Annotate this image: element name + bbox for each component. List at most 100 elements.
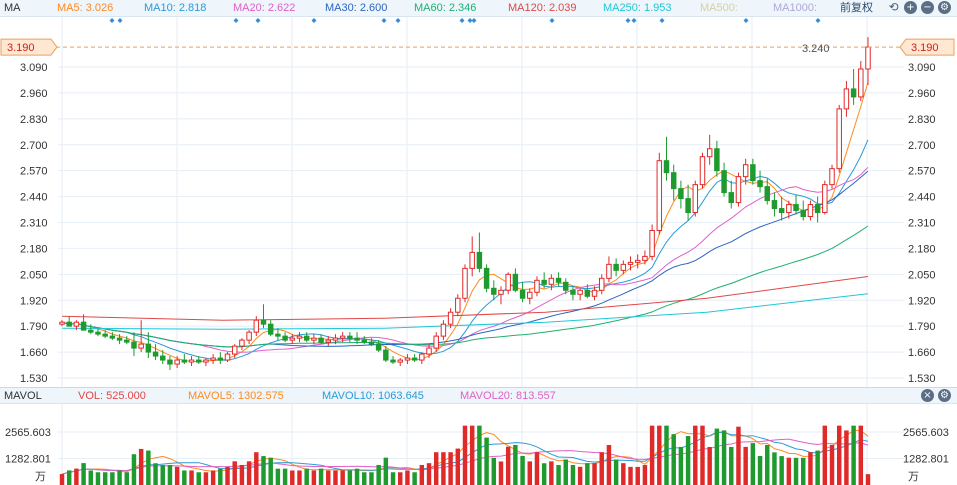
volume-bar-down <box>81 463 86 485</box>
volume-tick-left: 2565.603 <box>5 427 51 439</box>
candle-down <box>476 251 483 269</box>
price-tick-left: 1.790 <box>20 321 48 333</box>
candle-down <box>375 343 382 351</box>
price-chart[interactable]: 3.090 3.090 2.960 2.960 2.830 2.830 2.700 2.700… <box>0 17 957 387</box>
volume-bar-down <box>513 444 518 485</box>
ma20-label: MA20: 2.622 <box>233 2 296 14</box>
candle-down <box>160 355 166 361</box>
candle-up <box>188 359 195 363</box>
ma60-label: MA60: 2.346 <box>414 2 477 14</box>
volume-bar-up <box>441 452 446 485</box>
volume-bar-down <box>95 472 101 485</box>
candle-down <box>260 319 267 325</box>
candle-up <box>339 335 346 339</box>
candle-up <box>469 251 475 269</box>
candle-up <box>440 323 447 337</box>
volume-bar-down <box>585 463 590 485</box>
event-marker <box>311 18 317 23</box>
volume-bar-down <box>261 456 266 485</box>
candle-up <box>699 156 706 186</box>
candle-down <box>318 337 324 343</box>
volume-bar-up <box>829 444 835 485</box>
volume-bar-down <box>714 428 720 485</box>
candle-down <box>555 277 562 283</box>
candle-up <box>642 255 648 261</box>
current-price-label-left: 3.190 <box>0 38 58 56</box>
restore-icon[interactable]: ⟲ <box>887 1 900 14</box>
close-icon[interactable]: × <box>921 389 934 402</box>
volume-chart[interactable]: 2565.603 1282.801 2565.603 1282.801 万 万 <box>0 404 957 485</box>
volume-bar-up <box>340 470 345 485</box>
volume-bar-down <box>88 470 94 485</box>
candle-down <box>728 192 734 204</box>
candle-up <box>829 168 835 186</box>
volume-tick-right: 2565.603 <box>903 427 949 439</box>
volume-bar-up <box>246 461 252 485</box>
event-marker <box>459 18 465 23</box>
price-axis: 3.090 3.090 2.960 2.960 2.830 2.830 2.700 2.700… <box>20 62 936 385</box>
volume-bar-down <box>275 468 281 485</box>
candle-down <box>570 289 576 295</box>
candle-up <box>577 289 583 295</box>
volume-bar-up <box>657 425 662 485</box>
candle-up <box>634 259 641 263</box>
event-marker <box>471 18 477 23</box>
ma-title[interactable]: MA <box>4 2 21 15</box>
adjust-price-toggle[interactable]: 前复权 <box>840 2 873 15</box>
volume-bar-up <box>405 470 410 485</box>
volume-bar-up <box>426 463 432 485</box>
candle-down <box>131 341 137 349</box>
candle-down <box>714 148 720 172</box>
price-tick-right: 2.700 <box>908 140 936 152</box>
candle-down <box>109 335 116 339</box>
candle-down <box>771 200 778 210</box>
candle-down <box>303 335 310 341</box>
zoom-out-icon[interactable]: − <box>921 1 934 14</box>
volume-bar-down <box>721 430 727 485</box>
high-price-marker: 3.240 <box>802 43 830 55</box>
volume-bar-down <box>146 450 151 485</box>
volume-unit-right: 万 <box>908 471 919 483</box>
candle-up <box>404 357 411 361</box>
zoom-in-icon[interactable]: + <box>904 1 917 14</box>
candle-down <box>354 337 360 341</box>
price-tick-left: 2.570 <box>20 166 48 178</box>
volume-bar-down <box>383 457 389 485</box>
candle-down <box>757 180 763 188</box>
volume-bar-up <box>297 470 302 485</box>
volume-bar-down <box>685 436 691 485</box>
candle-up <box>606 263 612 279</box>
settings-icon[interactable]: ⚙ <box>938 1 951 14</box>
volume-bar-up <box>311 470 317 485</box>
candle-up <box>786 204 792 214</box>
candle-up <box>735 176 742 204</box>
candle-down <box>584 289 591 297</box>
price-tick-right: 2.960 <box>908 88 936 100</box>
volume-bar-up <box>326 470 331 485</box>
price-tick-left: 2.440 <box>20 192 48 204</box>
candle-down <box>116 337 123 341</box>
volume-bar-up <box>649 425 655 485</box>
candle-down <box>685 198 691 214</box>
candle-up <box>462 267 468 299</box>
volume-bar-up <box>455 448 461 485</box>
volume-bar-up <box>635 466 640 485</box>
volume-bar-up <box>599 452 604 485</box>
candle-down <box>563 281 569 291</box>
volume-bar-down <box>347 470 353 485</box>
ma10-label: MA10: 2.818 <box>144 2 207 14</box>
volume-bar-down <box>412 472 417 485</box>
settings-icon[interactable]: ⚙ <box>938 389 951 402</box>
mavol-title[interactable]: MAVOL <box>4 390 42 403</box>
candle-up <box>591 289 598 297</box>
volume-bar-up <box>290 470 295 485</box>
volume-bar-down <box>196 472 201 485</box>
candle-up <box>138 343 144 349</box>
volume-bar-down <box>282 468 288 485</box>
event-marker <box>255 18 261 23</box>
volume-bar-up <box>642 465 648 485</box>
volume-bar-down <box>160 465 165 485</box>
price-tick-right: 2.440 <box>908 192 936 204</box>
volume-bar-down <box>124 472 129 485</box>
volume-bar-down <box>793 457 799 485</box>
